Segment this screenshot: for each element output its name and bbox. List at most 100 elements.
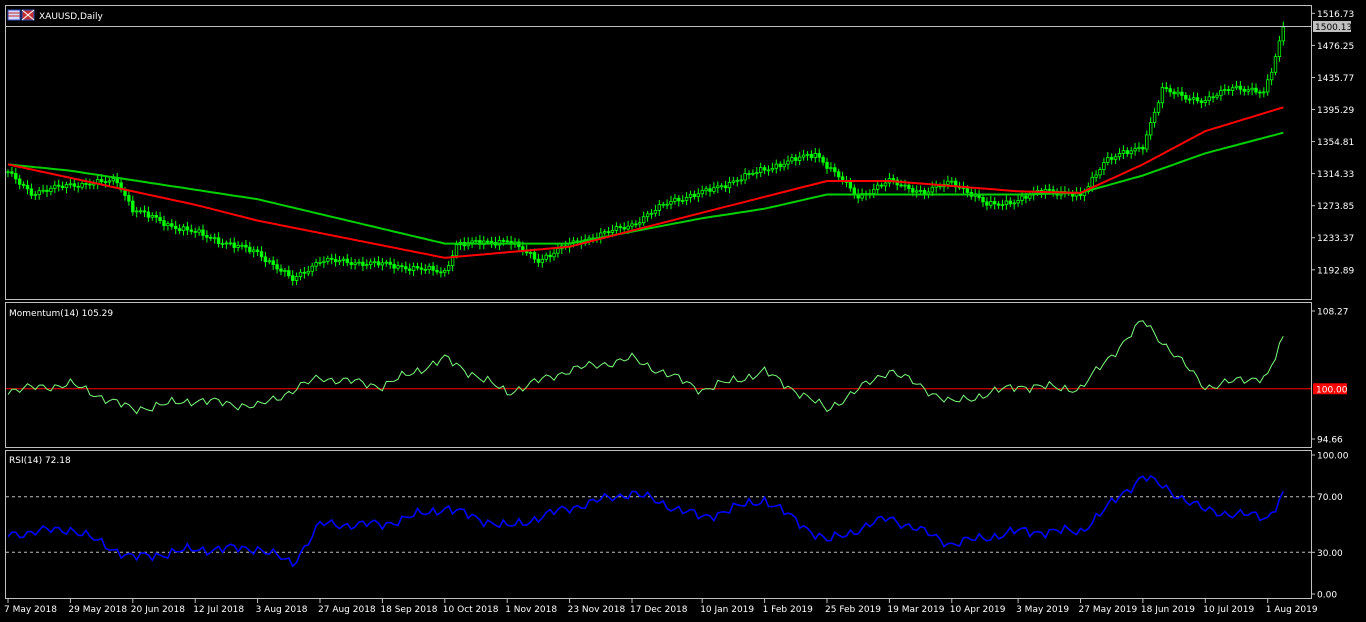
- candle-body: [1012, 202, 1016, 205]
- candle-body: [712, 187, 716, 192]
- candle-body: [903, 184, 907, 187]
- candle-body: [907, 184, 911, 189]
- time-tick-label: 19 Mar 2019: [887, 605, 944, 615]
- rsi-tick-label: 100.00: [1317, 452, 1349, 462]
- candle-body: [248, 246, 252, 253]
- price-tick-label: 1192.89: [1317, 266, 1354, 276]
- time-tick-label: 1 Aug 2019: [1266, 605, 1318, 615]
- momentum-level-label: 100.00: [1316, 385, 1348, 395]
- candle-body: [817, 153, 821, 158]
- candle-body: [918, 190, 923, 192]
- price-axis: 1516.73 1476.25 1435.77 1395.29 1354.81 1314.…: [1311, 10, 1354, 276]
- candle-body: [236, 244, 240, 248]
- candle-body: [794, 157, 798, 161]
- candle-body: [173, 225, 178, 230]
- candle-body: [17, 178, 22, 185]
- candle-body: [99, 179, 104, 182]
- candle-body: [228, 242, 232, 245]
- candle-body: [1230, 87, 1235, 91]
- candle-body: [837, 171, 841, 178]
- rsi-tick-label: 30.00: [1317, 549, 1343, 559]
- candle-body: [138, 210, 143, 213]
- candle-body: [1121, 150, 1126, 154]
- candle-body: [723, 185, 728, 189]
- candle-body: [805, 153, 810, 156]
- candle-body: [216, 237, 221, 245]
- candle-body: [357, 261, 361, 264]
- candle-body: [1188, 98, 1192, 101]
- candle-body: [103, 181, 108, 183]
- candle-body: [704, 188, 708, 192]
- candle-body: [419, 267, 424, 270]
- candle-body: [1004, 200, 1009, 206]
- time-tick-label: 18 Jun 2019: [1141, 605, 1195, 615]
- candle-body: [1246, 89, 1250, 92]
- price-tick-label: 1314.33: [1317, 170, 1354, 180]
- candle-body: [1125, 150, 1129, 155]
- candle-body: [212, 237, 217, 240]
- candle-body: [501, 240, 505, 242]
- candle-body: [743, 173, 747, 181]
- candle-body: [801, 154, 806, 158]
- candle-body: [552, 252, 556, 258]
- candle-body: [813, 153, 817, 158]
- candle-body: [985, 201, 989, 206]
- candle-body: [1141, 146, 1145, 150]
- candle-body: [388, 261, 392, 265]
- candle-body: [134, 210, 139, 213]
- candle-body: [1184, 95, 1188, 100]
- candle-body: [142, 210, 147, 213]
- candle-body: [333, 258, 338, 263]
- candle-body: [209, 236, 213, 239]
- candle-body: [1156, 102, 1161, 113]
- candle-body: [993, 201, 997, 205]
- candle-body: [361, 261, 365, 266]
- candle-body: [677, 197, 681, 202]
- candle-body: [181, 226, 186, 232]
- candle-body: [454, 244, 459, 257]
- candle-body: [489, 240, 494, 243]
- candle-body: [556, 248, 560, 254]
- candle-body: [946, 180, 950, 185]
- candle-body: [852, 187, 856, 195]
- candle-body: [1242, 88, 1246, 92]
- candle-body: [1098, 169, 1102, 176]
- candle-body: [485, 240, 490, 243]
- candle-body: [57, 184, 61, 187]
- time-tick-label: 18 Sep 2018: [380, 605, 437, 615]
- candle-body: [1047, 188, 1051, 191]
- candle-body: [1199, 100, 1204, 103]
- candle-body: [84, 182, 88, 185]
- candle-body: [1020, 195, 1024, 201]
- candle-body: [630, 223, 634, 227]
- rsi-tick-label: 0.00: [1317, 591, 1337, 601]
- current-price-label: 1500.13: [1315, 23, 1352, 33]
- candle-body: [439, 271, 443, 274]
- candle-body: [1106, 157, 1110, 163]
- candle-body: [657, 204, 661, 211]
- candle-body: [45, 189, 49, 192]
- candle-body: [185, 226, 190, 231]
- candle-body: [380, 262, 385, 266]
- time-tick-label: 10 Jan 2019: [700, 605, 754, 615]
- candle-body: [411, 266, 416, 271]
- candle-body: [1051, 189, 1055, 192]
- candle-body: [739, 179, 743, 182]
- symbol-title: XAUUSD,Daily: [39, 12, 103, 22]
- time-tick-label: 10 Jul 2019: [1203, 605, 1254, 615]
- candle-body: [131, 200, 135, 213]
- candle-body: [1152, 111, 1157, 124]
- candle-body: [1028, 194, 1032, 199]
- candle-body: [376, 261, 381, 266]
- candle-body: [298, 271, 303, 277]
- candle-body: [1250, 87, 1254, 91]
- candle-body: [1215, 94, 1219, 98]
- candle-body: [649, 212, 654, 215]
- candle-body: [310, 265, 314, 272]
- candle-body: [37, 190, 41, 195]
- candle-body: [1008, 200, 1012, 205]
- candle-body: [88, 183, 92, 186]
- candle-body: [255, 249, 260, 253]
- candle-body: [669, 200, 673, 205]
- candle-body: [197, 229, 201, 233]
